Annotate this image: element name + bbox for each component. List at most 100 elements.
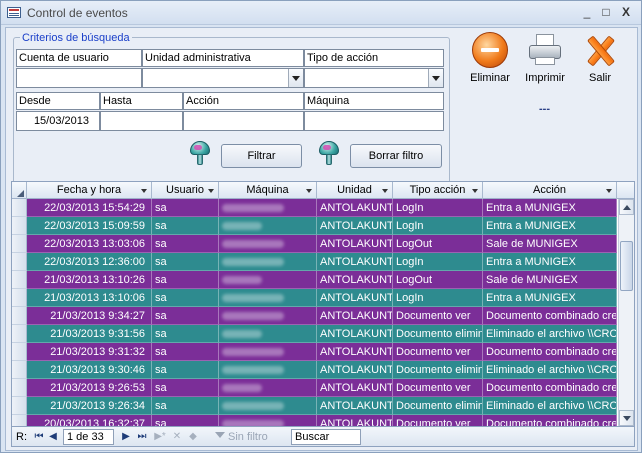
cell-unidad[interactable]: ANTOLAKUNT xyxy=(317,415,393,426)
cell-unidad[interactable]: ANTOLAKUNT xyxy=(317,343,393,361)
filter-button[interactable]: Filtrar xyxy=(221,144,302,168)
cell-tipo-accion[interactable]: LogIn xyxy=(393,217,483,235)
cell-usuario[interactable]: sa xyxy=(152,397,219,415)
row-selector[interactable] xyxy=(12,343,27,361)
cell-tipo-accion[interactable]: LogIn xyxy=(393,253,483,271)
cell-unidad[interactable]: ANTOLAKUNT xyxy=(317,235,393,253)
cell-accion[interactable]: Eliminado el archivo \\CRO xyxy=(483,361,617,379)
cell-tipo-accion[interactable]: Documento ver xyxy=(393,415,483,426)
table-row[interactable]: 21/03/2013 13:10:26 sa ANTOLAKUNT LogOut Sal… xyxy=(12,271,617,289)
table-row[interactable]: 21/03/2013 9:34:27 sa ANTOLAKUNT Documento … xyxy=(12,307,617,325)
last-record-icon[interactable]: ⏭ xyxy=(136,430,148,444)
cell-fecha[interactable]: 22/03/2013 12:36:00 xyxy=(27,253,152,271)
cell-accion[interactable]: Entra a MUNIGEX xyxy=(483,289,617,307)
cell-usuario[interactable]: sa xyxy=(152,307,219,325)
cell-fecha[interactable]: 21/03/2013 13:10:06 xyxy=(27,289,152,307)
cell-accion[interactable]: Documento combinado cre xyxy=(483,415,617,426)
cell-maquina[interactable] xyxy=(219,289,317,307)
cell-accion[interactable]: Sale de MUNIGEX xyxy=(483,235,617,253)
previous-record-icon[interactable]: ◀ xyxy=(47,430,59,444)
next-record-icon[interactable]: ▶ xyxy=(120,430,132,444)
table-row[interactable]: 22/03/2013 13:03:06 sa ANTOLAKUNT LogOut Sal… xyxy=(12,235,617,253)
cell-tipo-accion[interactable]: Documento elimina xyxy=(393,361,483,379)
scroll-thumb[interactable] xyxy=(620,241,633,291)
cell-maquina[interactable] xyxy=(219,361,317,379)
cell-tipo-accion[interactable]: LogIn xyxy=(393,289,483,307)
cell-accion[interactable]: Entra a MUNIGEX xyxy=(483,217,617,235)
cell-fecha[interactable]: 21/03/2013 9:34:27 xyxy=(27,307,152,325)
account-field[interactable] xyxy=(16,68,142,88)
table-row[interactable]: 21/03/2013 9:26:53 sa ANTOLAKUNT Documento … xyxy=(12,379,617,397)
cell-maquina[interactable] xyxy=(219,397,317,415)
cell-unidad[interactable]: ANTOLAKUNT xyxy=(317,217,393,235)
cell-usuario[interactable]: sa xyxy=(152,343,219,361)
no-filter-indicator[interactable]: Sin filtro xyxy=(228,430,268,444)
cell-tipo-accion[interactable]: LogOut xyxy=(393,235,483,253)
search-input[interactable]: Buscar xyxy=(291,429,361,445)
machine-field[interactable] xyxy=(304,111,444,131)
vertical-scrollbar[interactable] xyxy=(618,199,634,426)
cell-fecha[interactable]: 21/03/2013 9:26:53 xyxy=(27,379,152,397)
row-selector[interactable] xyxy=(12,289,27,307)
cell-unidad[interactable]: ANTOLAKUNT xyxy=(317,289,393,307)
cell-usuario[interactable]: sa xyxy=(152,217,219,235)
exit-button[interactable]: Salir xyxy=(572,32,628,90)
cell-fecha[interactable]: 21/03/2013 9:31:32 xyxy=(27,343,152,361)
cell-usuario[interactable]: sa xyxy=(152,235,219,253)
table-row[interactable]: 21/03/2013 13:10:06 sa ANTOLAKUNT LogIn Entr… xyxy=(12,289,617,307)
close-button[interactable]: X xyxy=(618,5,634,19)
row-selector[interactable] xyxy=(12,217,27,235)
cell-fecha[interactable]: 21/03/2013 9:31:56 xyxy=(27,325,152,343)
action-field[interactable] xyxy=(183,111,304,131)
scroll-up-icon[interactable] xyxy=(619,199,634,215)
action-type-combo[interactable] xyxy=(304,68,444,88)
cell-usuario[interactable]: sa xyxy=(152,415,219,426)
cell-unidad[interactable]: ANTOLAKUNT xyxy=(317,307,393,325)
row-selector[interactable] xyxy=(12,199,27,217)
title-bar[interactable]: Control de eventos _ □ X xyxy=(1,1,641,25)
cell-accion[interactable]: Eliminado el archivo \\CRO xyxy=(483,397,617,415)
cell-accion[interactable]: Documento combinado cre xyxy=(483,379,617,397)
select-all-corner[interactable] xyxy=(12,182,27,199)
cell-fecha[interactable]: 22/03/2013 15:54:29 xyxy=(27,199,152,217)
minimize-button[interactable]: _ xyxy=(579,5,595,19)
row-selector[interactable] xyxy=(12,415,27,426)
cell-fecha[interactable]: 21/03/2013 13:10:26 xyxy=(27,271,152,289)
column-header-unidad[interactable]: Unidad xyxy=(317,182,393,199)
cell-maquina[interactable] xyxy=(219,217,317,235)
to-date-field[interactable] xyxy=(100,111,183,131)
cell-maquina[interactable] xyxy=(219,253,317,271)
column-header-tipo-accion[interactable]: Tipo acción xyxy=(393,182,483,199)
print-button[interactable]: Imprimir xyxy=(517,32,573,90)
table-row[interactable]: 20/03/2013 16:32:37 sa ANTOLAKUNT Documento… xyxy=(12,415,617,426)
cell-maquina[interactable] xyxy=(219,307,317,325)
table-row[interactable]: 22/03/2013 15:09:59 sa ANTOLAKUNT LogIn Entr… xyxy=(12,217,617,235)
delete-button[interactable]: Eliminar xyxy=(462,32,518,90)
cell-tipo-accion[interactable]: Documento ver xyxy=(393,343,483,361)
table-row[interactable]: 21/03/2013 9:26:34 sa ANTOLAKUNT Documento … xyxy=(12,397,617,415)
cell-tipo-accion[interactable]: Documento elimina xyxy=(393,397,483,415)
cell-usuario[interactable]: sa xyxy=(152,379,219,397)
cell-fecha[interactable]: 22/03/2013 15:09:59 xyxy=(27,217,152,235)
row-selector[interactable] xyxy=(12,397,27,415)
cell-accion[interactable]: Documento combinado cre xyxy=(483,343,617,361)
cell-fecha[interactable]: 22/03/2013 13:03:06 xyxy=(27,235,152,253)
current-record-field[interactable]: 1 de 33 xyxy=(63,429,114,445)
cell-accion[interactable]: Eliminado el archivo \\CRO xyxy=(483,325,617,343)
cell-tipo-accion[interactable]: LogOut xyxy=(393,271,483,289)
cell-tipo-accion[interactable]: Documento ver xyxy=(393,379,483,397)
cell-fecha[interactable]: 20/03/2013 16:32:37 xyxy=(27,415,152,426)
cell-accion[interactable]: Documento combinado cre xyxy=(483,307,617,325)
action-type-dropdown-button[interactable] xyxy=(428,69,443,87)
cell-usuario[interactable]: sa xyxy=(152,199,219,217)
cell-accion[interactable]: Entra a MUNIGEX xyxy=(483,253,617,271)
table-row[interactable]: 22/03/2013 15:54:29 sa ANTOLAKUNT LogIn Entr… xyxy=(12,199,617,217)
row-selector[interactable] xyxy=(12,307,27,325)
unit-combo[interactable] xyxy=(142,68,304,88)
cell-accion[interactable]: Sale de MUNIGEX xyxy=(483,271,617,289)
row-selector[interactable] xyxy=(12,271,27,289)
column-header-fecha[interactable]: Fecha y hora xyxy=(27,182,152,199)
cell-maquina[interactable] xyxy=(219,325,317,343)
events-datasheet[interactable]: Fecha y hora Usuario Máquina Unidad Tipo… xyxy=(11,181,635,427)
row-selector[interactable] xyxy=(12,361,27,379)
